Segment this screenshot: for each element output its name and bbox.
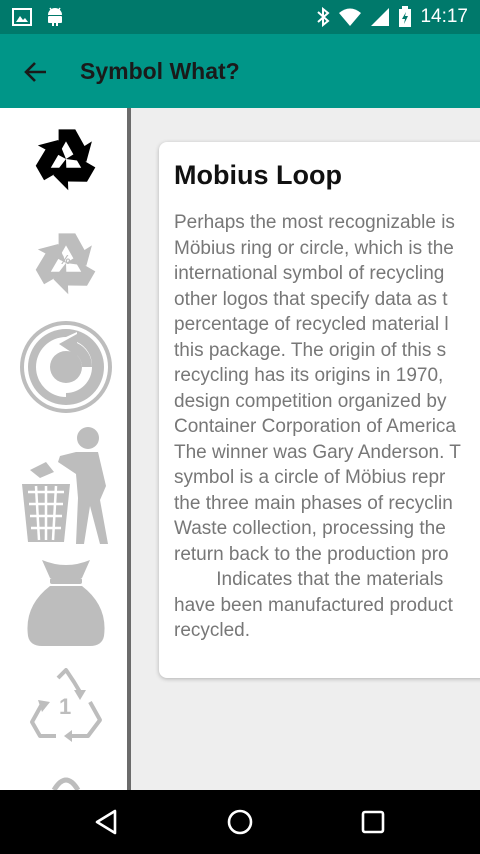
sidebar-item-green-dot[interactable]	[18, 320, 114, 419]
detail-pane: Mobius Loop Perhaps the most recognizabl…	[131, 108, 480, 790]
description-line: Indicates that the materials	[174, 569, 444, 590]
description-line: symbol is a circle of Möbius repr	[174, 467, 446, 488]
bag-icon	[24, 556, 108, 653]
plastic-code-label: 1	[59, 694, 72, 719]
signal-icon	[370, 7, 390, 27]
sidebar-item-pet-1[interactable]: 1	[18, 668, 114, 742]
android-icon	[46, 7, 64, 27]
description-line: return back to the production pro	[174, 543, 449, 565]
description-line: design competition organized by	[174, 390, 447, 412]
description-line: recycled.	[174, 620, 251, 641]
description-line: have been manufactured product	[174, 594, 453, 616]
symbol-detail-card: Mobius Loop Perhaps the most recognizabl…	[159, 142, 480, 678]
symbol-description: Perhaps the most recognizable is Möbius …	[174, 210, 480, 644]
recents-square-icon[interactable]	[359, 808, 387, 836]
sidebar-item-bag[interactable]	[18, 556, 114, 653]
green-dot-icon	[19, 320, 113, 419]
description-line: other logos that specify data as t	[174, 288, 448, 310]
sidebar-item-mobius-loop[interactable]	[18, 122, 114, 201]
sidebar-item-next-partial[interactable]	[18, 772, 114, 790]
tidy-man-icon	[18, 426, 114, 553]
recycle-icon	[27, 122, 105, 201]
description-line: The winner was Gary Anderson. T	[174, 441, 461, 463]
symbol-title: Mobius Loop	[174, 160, 342, 190]
symbol-partial-icon	[46, 772, 86, 790]
page-title: Symbol What?	[80, 58, 240, 84]
description-line: recycling has its origins in 1970,	[174, 365, 444, 386]
wifi-icon	[338, 7, 362, 27]
bluetooth-icon	[316, 7, 330, 27]
app-bar: Symbol What?	[0, 34, 480, 108]
battery-icon	[398, 6, 412, 28]
description-line: international symbol of recycling	[174, 263, 445, 284]
description-line: this package. The origin of this s	[174, 339, 447, 361]
navigation-bar	[0, 790, 480, 854]
status-time: 14:17	[420, 6, 468, 27]
sidebar-item-tidy-man[interactable]	[18, 426, 114, 553]
description-line: Perhaps the most recognizable is	[174, 212, 455, 233]
back-triangle-icon[interactable]	[93, 808, 121, 836]
home-circle-icon[interactable]	[226, 808, 254, 836]
description-line: percentage of recycled material l	[174, 314, 449, 335]
arrow-back-icon[interactable]	[20, 56, 52, 88]
status-bar: 14:17	[0, 0, 480, 34]
description-line: the three main phases of recyclin	[174, 492, 453, 514]
symbol-sidebar: % 1	[0, 108, 127, 790]
image-icon	[12, 7, 32, 27]
description-line: Waste collection, processing the	[174, 518, 446, 539]
description-line: Container Corporation of America	[174, 416, 456, 437]
description-line: Möbius ring or circle, which is the	[174, 237, 454, 259]
recycle-percent-icon: %	[27, 226, 105, 300]
percent-label: %	[59, 252, 71, 267]
sidebar-item-percent-recycled[interactable]: %	[18, 226, 114, 300]
plastic-code-icon: 1	[28, 668, 104, 742]
